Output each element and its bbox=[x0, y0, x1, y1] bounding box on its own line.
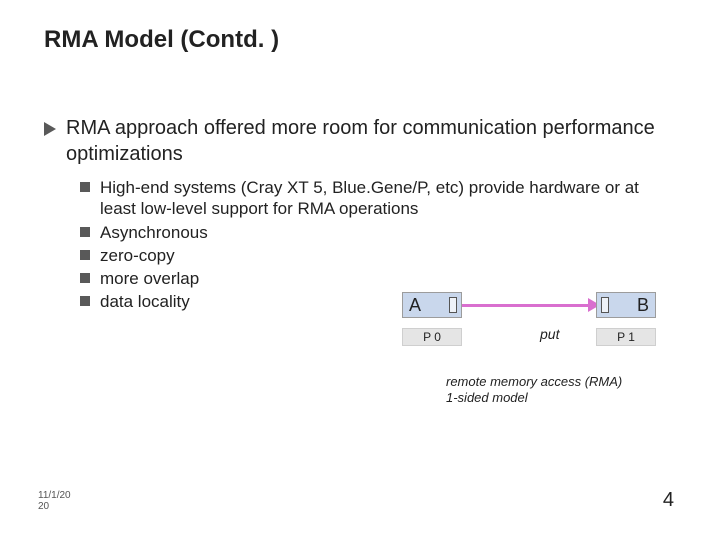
list-item-text: zero-copy bbox=[100, 245, 175, 266]
list-item-text: Asynchronous bbox=[100, 222, 208, 243]
square-bullet-icon bbox=[80, 250, 90, 260]
buffer-mark-icon bbox=[449, 297, 457, 313]
process-label-p0: P 0 bbox=[402, 328, 462, 346]
rma-diagram: A B P 0 P 1 put bbox=[402, 292, 672, 372]
square-bullet-icon bbox=[80, 182, 90, 192]
process-box-a: A bbox=[402, 292, 462, 318]
list-item: Asynchronous bbox=[80, 222, 700, 243]
list-item: zero-copy bbox=[80, 245, 700, 266]
triangle-bullet-icon bbox=[44, 122, 58, 136]
op-label-put: put bbox=[540, 326, 559, 342]
square-bullet-icon bbox=[80, 227, 90, 237]
diagram-caption: remote memory access (RMA) 1-sided model bbox=[446, 374, 622, 407]
footer-date-line1: 11/1/20 bbox=[38, 490, 71, 501]
process-box-b: B bbox=[596, 292, 656, 318]
process-box-b-label: B bbox=[637, 295, 655, 316]
process-box-a-label: A bbox=[409, 295, 421, 316]
list-item-text: High-end systems (Cray XT 5, Blue.Gene/P… bbox=[100, 177, 660, 220]
list-item: High-end systems (Cray XT 5, Blue.Gene/P… bbox=[80, 177, 700, 220]
list-item-text: more overlap bbox=[100, 268, 199, 289]
caption-line-1: remote memory access (RMA) bbox=[446, 374, 622, 390]
slide-body: RMA approach offered more room for commu… bbox=[44, 116, 700, 315]
square-bullet-icon bbox=[80, 273, 90, 283]
buffer-mark-icon bbox=[601, 297, 609, 313]
slide-title: RMA Model (Contd. ) bbox=[44, 26, 279, 54]
put-arrow-line-icon bbox=[462, 304, 596, 307]
slide: RMA Model (Contd. ) RMA approach offered… bbox=[0, 0, 720, 540]
list-item-text: data locality bbox=[100, 291, 190, 312]
bullet-l1-text: RMA approach offered more room for commu… bbox=[66, 116, 700, 167]
square-bullet-icon bbox=[80, 296, 90, 306]
bullet-l1: RMA approach offered more room for commu… bbox=[44, 116, 700, 167]
caption-line-2: 1-sided model bbox=[446, 390, 622, 406]
process-label-p1: P 1 bbox=[596, 328, 656, 346]
footer-date-line2: 20 bbox=[38, 501, 71, 512]
list-item: more overlap bbox=[80, 268, 700, 289]
footer-date: 11/1/20 20 bbox=[38, 490, 71, 512]
footer-page-number: 4 bbox=[663, 489, 674, 512]
